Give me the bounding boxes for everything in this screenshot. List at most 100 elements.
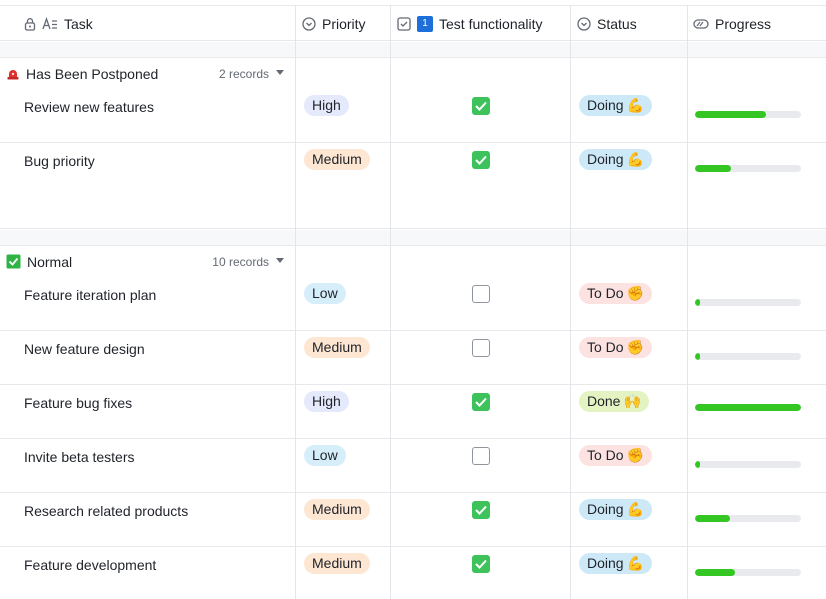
priority-tag[interactable]: Medium [304, 149, 370, 170]
progress-bar [695, 353, 801, 360]
priority-tag[interactable]: Low [304, 283, 346, 304]
task-column-header[interactable]: Task [24, 6, 93, 41]
group-record-count: 10 records [212, 254, 269, 269]
test-column-label: Test functionality [439, 15, 543, 32]
checkbox-checked[interactable] [472, 555, 490, 573]
progress-fill [695, 111, 767, 118]
progress-column-label: Progress [715, 15, 772, 32]
group-record-count: 2 records [218, 66, 269, 81]
status-tag[interactable]: Doing 💪 [579, 499, 653, 520]
status-emoji-icon: 💪 [626, 151, 645, 167]
status-tag[interactable]: To Do ✊ [579, 337, 653, 358]
status-tag[interactable]: To Do ✊ [579, 445, 653, 466]
table-row[interactable]: Bug priority Medium Doing 💪 [0, 143, 826, 197]
column-divider [295, 5, 296, 599]
task-name[interactable]: New feature design [24, 341, 145, 357]
status-label: Done [587, 393, 621, 409]
single-select-icon [577, 16, 591, 31]
progress-bar [695, 111, 801, 118]
status-column-header[interactable]: Status [577, 6, 637, 41]
table-row[interactable]: Research related products Medium Doing 💪 [0, 493, 826, 547]
checkbox-checked[interactable] [472, 393, 490, 411]
number-one-badge-icon: 1 [417, 15, 433, 32]
progress-fill [695, 515, 730, 522]
checkbox-checked[interactable] [472, 501, 490, 519]
checkbox-checked[interactable] [472, 151, 490, 169]
status-label: Doing [587, 97, 624, 113]
table-row[interactable]: New feature design Medium To Do ✊ [0, 331, 826, 385]
table-header: Task Priority 1 Test functionality Statu… [0, 5, 826, 41]
status-emoji-icon: 💪 [626, 555, 645, 571]
status-label: Doing [587, 151, 624, 167]
status-tag[interactable]: Doing 💪 [579, 149, 653, 170]
progress-fill [695, 461, 700, 468]
progress-bar [695, 299, 801, 306]
group-title: Normal [27, 253, 73, 270]
task-name[interactable]: Feature bug fixes [24, 395, 132, 411]
task-name[interactable]: Research related products [24, 503, 188, 519]
priority-tag[interactable]: High [304, 391, 349, 412]
checkbox-field-icon [397, 16, 411, 31]
group-title: Has Been Postponed [26, 65, 159, 82]
checkbox-unchecked[interactable] [472, 285, 490, 303]
table-row[interactable]: Feature bug fixes High Done 🙌 [0, 385, 826, 439]
single-select-icon [302, 16, 316, 31]
priority-tag[interactable]: Low [304, 445, 346, 466]
caret-down-icon[interactable] [276, 70, 284, 75]
progress-fill [695, 404, 801, 411]
status-column-label: Status [597, 15, 637, 32]
task-name[interactable]: Bug priority [24, 153, 95, 169]
status-label: To Do [587, 285, 624, 301]
empty-row[interactable] [0, 196, 826, 229]
status-tag[interactable]: Doing 💪 [579, 95, 653, 116]
priority-tag[interactable]: High [304, 95, 349, 116]
task-name[interactable]: Review new features [24, 99, 154, 115]
table-row[interactable]: Review new features High Doing 💪 [0, 89, 826, 143]
status-emoji-icon: 🙌 [623, 393, 641, 409]
check-icon [475, 155, 487, 165]
status-tag[interactable]: Done 🙌 [579, 391, 649, 412]
caret-down-icon[interactable] [276, 258, 284, 263]
check-icon [475, 505, 487, 515]
progress-column-header[interactable]: Progress [693, 6, 771, 41]
status-emoji-icon: ✊ [626, 285, 645, 301]
task-name[interactable]: Feature development [24, 557, 156, 573]
red-alarm-icon [6, 67, 20, 81]
group-header-postponed[interactable]: Has Been Postponed 2 records [0, 58, 826, 90]
progress-bar [695, 404, 801, 411]
priority-tag[interactable]: Medium [304, 499, 370, 520]
group-header-normal[interactable]: Normal 10 records [0, 246, 826, 278]
test-column-header[interactable]: 1 Test functionality [397, 6, 543, 41]
checkbox-unchecked[interactable] [472, 447, 490, 465]
checkbox-unchecked[interactable] [472, 339, 490, 357]
column-divider [570, 5, 571, 599]
priority-tag[interactable]: Medium [304, 553, 370, 574]
status-tag[interactable]: To Do ✊ [579, 283, 653, 304]
task-name[interactable]: Invite beta testers [24, 449, 135, 465]
status-emoji-icon: ✊ [626, 339, 645, 355]
task-column-label: Task [64, 15, 93, 32]
progress-bar [695, 569, 801, 576]
priority-column-header[interactable]: Priority [302, 6, 366, 41]
table-row[interactable]: Feature iteration plan Low To Do ✊ [0, 277, 826, 331]
status-tag[interactable]: Doing 💪 [579, 553, 653, 574]
progress-fill [695, 353, 700, 360]
priority-column-label: Priority [322, 15, 366, 32]
checkbox-checked[interactable] [472, 97, 490, 115]
status-emoji-icon: ✊ [626, 447, 645, 463]
progress-field-icon [693, 18, 709, 30]
table-row[interactable]: Invite beta testers Low To Do ✊ [0, 439, 826, 493]
table-row[interactable]: Feature development Medium Doing 💪 [0, 547, 826, 599]
progress-fill [695, 165, 732, 172]
status-label: To Do [587, 339, 624, 355]
text-field-icon [42, 16, 58, 31]
progress-bar [695, 515, 801, 522]
group-spacer [0, 42, 826, 58]
priority-tag[interactable]: Medium [304, 337, 370, 358]
column-divider [687, 5, 688, 599]
status-label: Doing [587, 555, 624, 571]
progress-fill [695, 569, 736, 576]
check-icon [475, 397, 487, 407]
task-name[interactable]: Feature iteration plan [24, 287, 156, 303]
status-emoji-icon: 💪 [626, 97, 645, 113]
